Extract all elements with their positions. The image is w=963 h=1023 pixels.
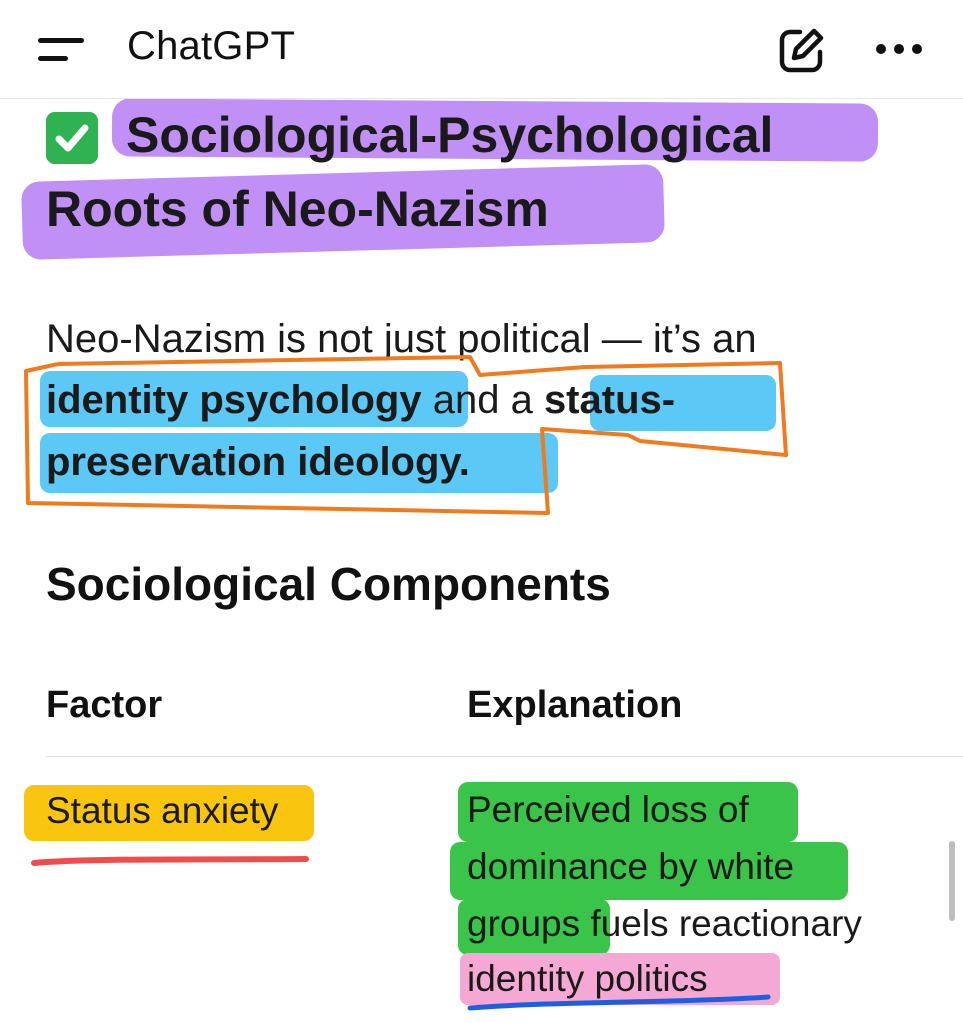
table-cell-factor: Status anxiety (46, 790, 279, 831)
table-cell-explanation-line-4: identity politics (467, 958, 708, 999)
identity-psychology-text: identity psychology (46, 378, 422, 422)
red-underline-annotation (31, 856, 309, 866)
check-mark-glyph (46, 112, 98, 164)
subheading: Sociological Components (46, 558, 611, 610)
preservation-ideology-text: preservation ideology. (46, 440, 470, 484)
table-header-explanation: Explanation (467, 684, 683, 726)
intro-line-1: Neo-Nazism is not just political — it’s … (46, 317, 757, 361)
menu-icon[interactable] (38, 34, 86, 66)
more-icon[interactable] (876, 42, 924, 56)
section-title-line-1: Sociological-Psychological (126, 107, 774, 163)
intro-line-2: identity psychology and a status- (46, 369, 675, 431)
intro-connector-text: and a (421, 378, 544, 422)
table-cell-explanation-line-2: dominance by white (467, 846, 795, 887)
section-title-line-2: Roots of Neo-Nazism (46, 181, 549, 237)
fuels-reactionary-text: fuels reactionary (580, 903, 862, 944)
table-cell-explanation-line-1: Perceived loss of (467, 789, 749, 830)
table-cell-explanation-line-3: groups fuels reactionary (467, 896, 862, 952)
groups-text: groups (467, 903, 581, 944)
app-title: ChatGPT (127, 24, 296, 68)
intro-line-3: preservation ideology. (46, 431, 470, 493)
status-text: status- (543, 378, 676, 422)
scrollbar[interactable] (949, 841, 955, 921)
top-app-bar: ChatGPT (0, 0, 963, 99)
table-header-factor: Factor (46, 684, 163, 726)
chat-content: ✅ Sociological-Psychological Roots of Ne… (0, 99, 963, 1023)
table-divider (46, 756, 963, 757)
compose-icon[interactable] (776, 26, 826, 76)
